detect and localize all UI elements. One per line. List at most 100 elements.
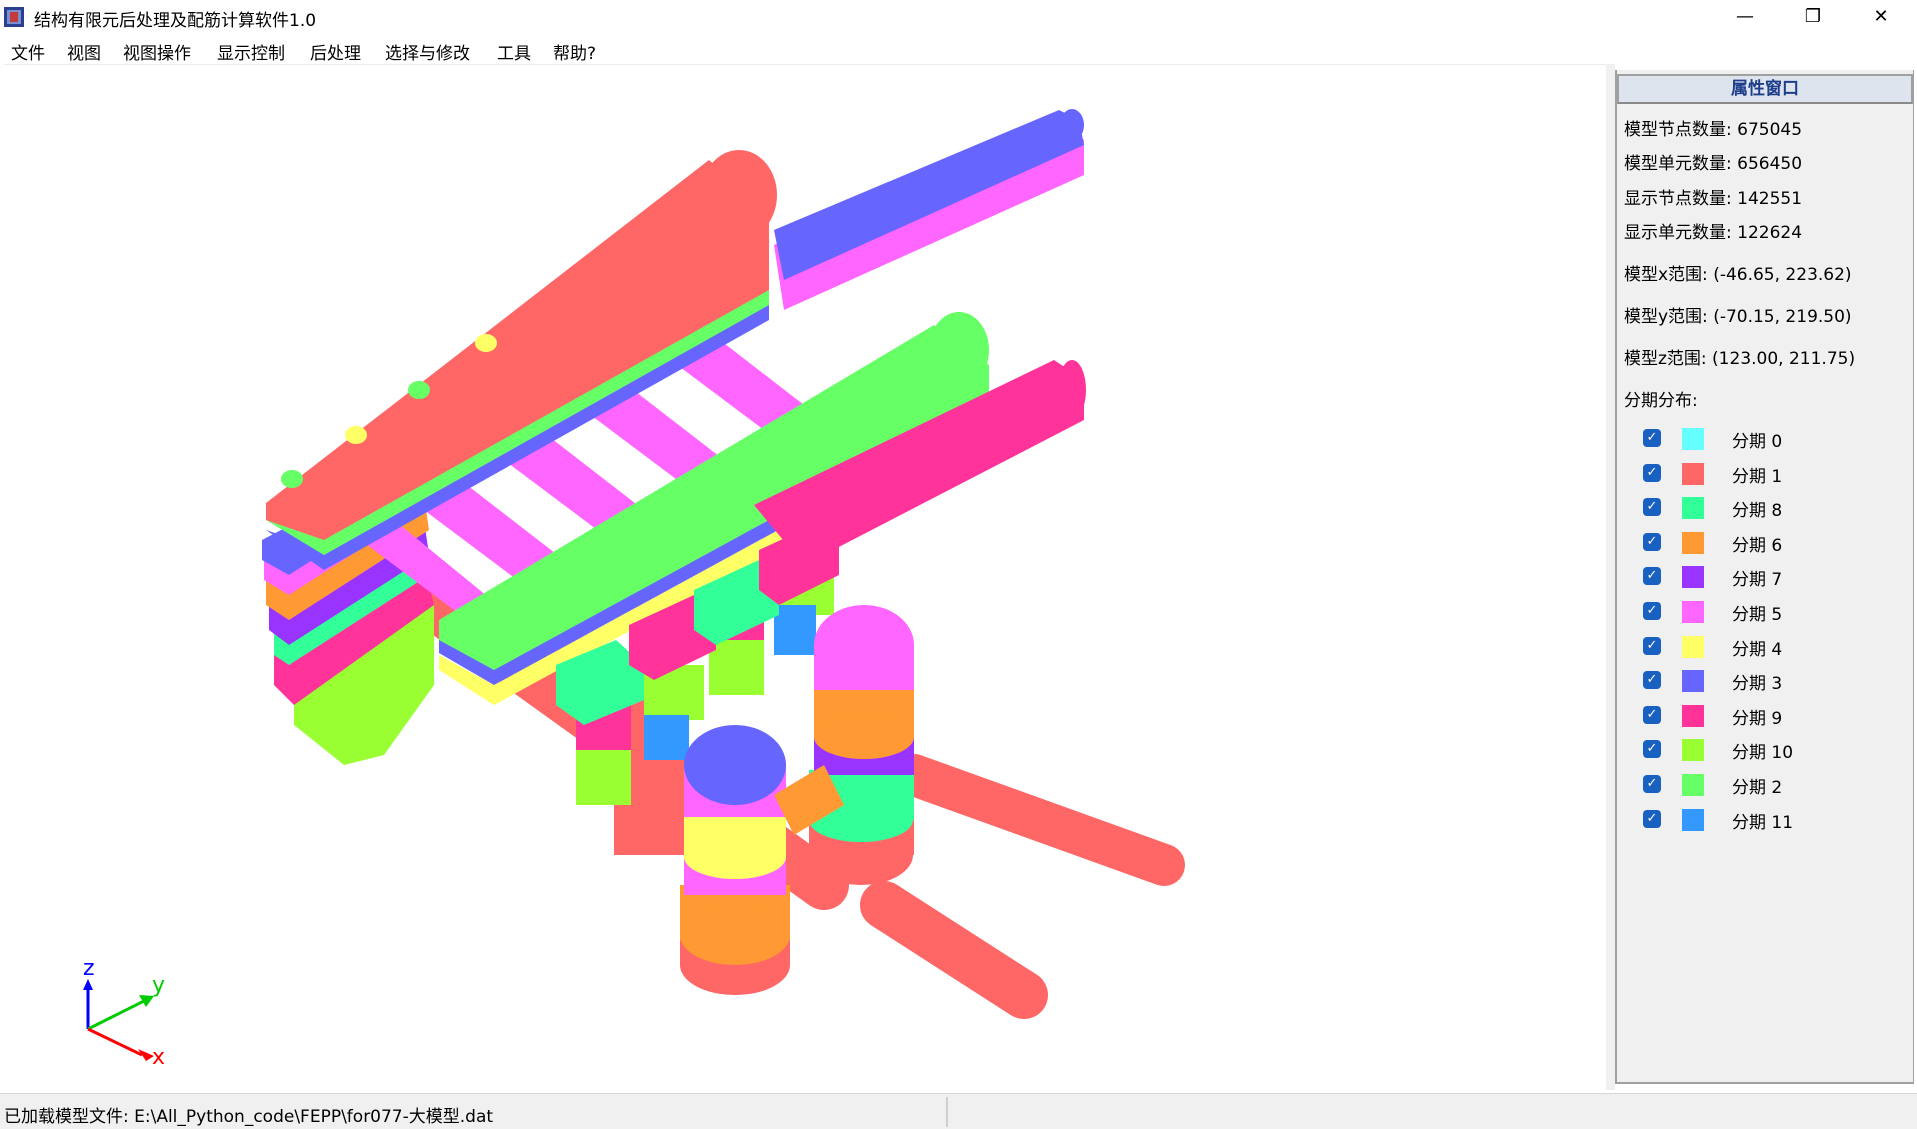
phase-color-swatch xyxy=(1682,774,1704,796)
y-axis-label: y xyxy=(152,973,165,998)
minimize-button[interactable]: — xyxy=(1710,0,1780,34)
phase-checkbox[interactable]: ✓ xyxy=(1643,740,1661,759)
phase-checkbox[interactable]: ✓ xyxy=(1643,671,1661,690)
phase-label: 分期 1 xyxy=(1732,466,1783,487)
phase-checkbox[interactable]: ✓ xyxy=(1643,463,1661,482)
phase-label: 分期 9 xyxy=(1732,708,1783,729)
phase-color-swatch xyxy=(1682,635,1704,658)
phase-row[interactable]: ✓ 分期 8 xyxy=(1617,494,1909,522)
menu-help[interactable]: 帮助? xyxy=(553,39,596,64)
phase-checkbox[interactable]: ✓ xyxy=(1643,429,1661,447)
property-panel-title: 属性窗口 xyxy=(1617,74,1913,104)
status-divider xyxy=(946,1097,948,1127)
phase-color-swatch xyxy=(1682,531,1704,554)
phase-label: 分期 10 xyxy=(1732,743,1794,764)
phase-color-swatch xyxy=(1682,601,1704,623)
status-bar: 已加载模型文件: E:\All_Python_code\FEPP\for077-… xyxy=(0,1093,1917,1129)
phase-row[interactable]: ✓ 分期 7 xyxy=(1617,563,1909,591)
phase-label: 分期 11 xyxy=(1732,812,1794,833)
cylinder-layer xyxy=(680,905,790,965)
shown-node-count: 显示节点数量: 142551 xyxy=(1624,189,1803,209)
column xyxy=(774,605,816,655)
phase-color-swatch xyxy=(1682,670,1704,693)
menu-view[interactable]: 视图 xyxy=(67,39,101,64)
menu-tools[interactable]: 工具 xyxy=(497,39,531,64)
phase-color-swatch xyxy=(1682,808,1704,831)
y-axis-line xyxy=(87,999,145,1031)
structure-marker xyxy=(345,426,367,444)
phase-row[interactable]: ✓ 分期 0 xyxy=(1617,425,1909,453)
phase-checkbox[interactable]: ✓ xyxy=(1643,636,1661,655)
phase-label: 分期 4 xyxy=(1732,639,1783,660)
beam-end xyxy=(1060,109,1084,141)
phase-label: 分期 5 xyxy=(1732,605,1783,625)
phase-row[interactable]: ✓ 分期 1 xyxy=(1617,460,1909,488)
menu-bar: 文件 视图 视图操作 显示控制 后处理 选择与修改 工具 帮助? xyxy=(0,34,1917,64)
phase-checkbox[interactable]: ✓ xyxy=(1643,602,1661,620)
maximize-button[interactable]: ❐ xyxy=(1778,0,1848,34)
z-axis-label: z xyxy=(83,956,95,981)
model-x-range: 模型x范围: (-46.65, 223.62) xyxy=(1624,265,1852,285)
phase-row[interactable]: ✓ 分期 10 xyxy=(1617,736,1909,764)
menu-display-control[interactable]: 显示控制 xyxy=(217,39,285,64)
x-axis-label: x xyxy=(152,1045,165,1070)
phase-checkbox[interactable]: ✓ xyxy=(1643,498,1661,517)
pipe-segment xyxy=(893,754,1185,886)
phase-row[interactable]: ✓ 分期 9 xyxy=(1617,702,1909,730)
phase-row[interactable]: ✓ 分期 6 xyxy=(1617,529,1909,557)
property-panel: 属性窗口 模型节点数量: 675045 模型单元数量: 656450 显示节点数… xyxy=(1615,70,1914,1084)
phase-label: 分期 3 xyxy=(1732,674,1783,695)
shown-element-count: 显示单元数量: 122624 xyxy=(1624,223,1803,243)
side-beam-end xyxy=(1058,360,1086,420)
x-axis-line xyxy=(87,1027,143,1057)
app-icon xyxy=(4,7,24,27)
model-z-range: 模型z范围: (123.00, 211.75) xyxy=(1624,349,1856,369)
phase-checkbox[interactable]: ✓ xyxy=(1643,809,1661,828)
model-y-range: 模型y范围: (-70.15, 219.50) xyxy=(1624,307,1852,327)
phase-color-swatch xyxy=(1682,566,1704,589)
model-viewport[interactable]: z y x xyxy=(4,64,1606,1091)
menu-file[interactable]: 文件 xyxy=(11,39,45,64)
phase-checkbox[interactable]: ✓ xyxy=(1643,567,1661,586)
panel-splitter[interactable] xyxy=(1606,64,1615,1090)
close-button[interactable]: ✕ xyxy=(1846,0,1916,34)
cylinder-top xyxy=(684,725,786,805)
column xyxy=(644,715,689,760)
phase-label: 分期 2 xyxy=(1732,778,1783,798)
model-render: z y x xyxy=(83,109,1185,1070)
phase-distribution-label: 分期分布: xyxy=(1624,391,1698,411)
middle-slab-end xyxy=(929,312,989,388)
pipe-segment xyxy=(860,881,1048,1019)
status-message: 已加载模型文件: E:\All_Python_code\FEPP\for077-… xyxy=(4,1107,494,1127)
phase-row[interactable]: ✓ 分期 2 xyxy=(1617,771,1909,799)
phase-label: 分期 0 xyxy=(1732,432,1783,452)
phase-color-swatch xyxy=(1682,462,1704,485)
phase-label: 分期 6 xyxy=(1732,535,1783,556)
phase-color-swatch xyxy=(1682,739,1704,762)
cylinder-layer xyxy=(684,835,786,879)
title-bar: 结构有限元后处理及配筋计算软件1.0 — ❐ ✕ xyxy=(0,0,1917,34)
menu-select-modify[interactable]: 选择与修改 xyxy=(385,39,470,64)
phase-checkbox[interactable]: ✓ xyxy=(1643,532,1661,551)
phase-label: 分期 7 xyxy=(1732,570,1783,591)
phase-checkbox[interactable]: ✓ xyxy=(1643,775,1661,793)
cylinder-layer xyxy=(814,715,914,759)
model-node-count: 模型节点数量: 675045 xyxy=(1624,120,1803,140)
main-slab-end xyxy=(701,150,777,240)
phase-color-swatch xyxy=(1682,428,1704,450)
cylinder-top xyxy=(814,605,914,685)
structure-marker xyxy=(281,470,303,488)
phase-row[interactable]: ✓ 分期 3 xyxy=(1617,667,1909,695)
window-title: 结构有限元后处理及配筋计算软件1.0 xyxy=(34,11,317,31)
phase-checkbox[interactable]: ✓ xyxy=(1643,705,1661,724)
menu-postprocess[interactable]: 后处理 xyxy=(310,39,361,64)
phase-row[interactable]: ✓ 分期 11 xyxy=(1617,806,1909,834)
phase-color-swatch xyxy=(1682,497,1704,520)
phase-row[interactable]: ✓ 分期 5 xyxy=(1617,598,1909,626)
phase-row[interactable]: ✓ 分期 4 xyxy=(1617,633,1909,661)
menu-view-operations[interactable]: 视图操作 xyxy=(123,39,191,64)
structure-marker xyxy=(408,381,430,399)
model-element-count: 模型单元数量: 656450 xyxy=(1624,154,1803,174)
structure-marker xyxy=(475,334,497,352)
phase-label: 分期 8 xyxy=(1732,501,1783,522)
